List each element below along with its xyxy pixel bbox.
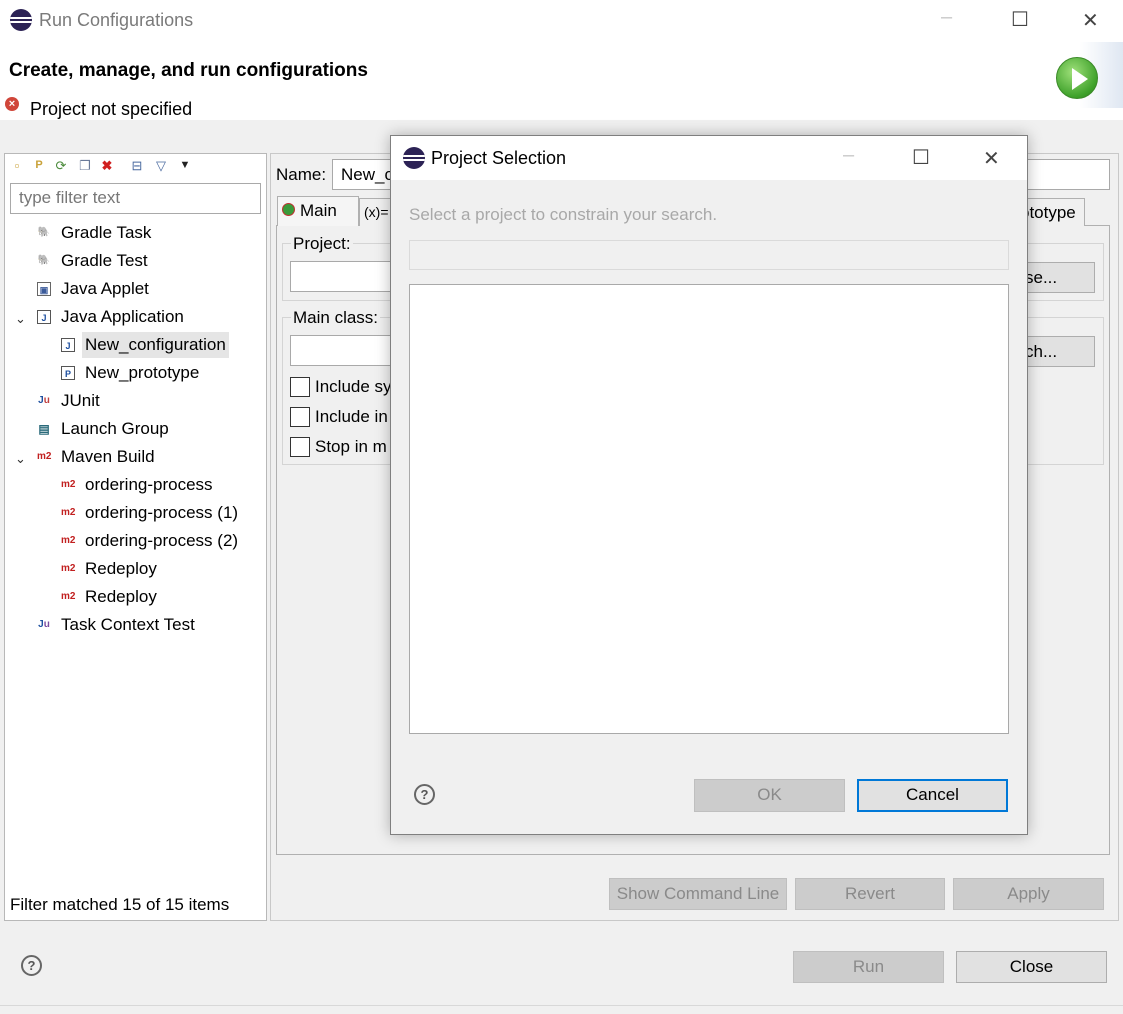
- dialog-minimize-button[interactable]: –: [843, 144, 854, 167]
- browse-button[interactable]: se...: [1018, 262, 1095, 293]
- filter-icon[interactable]: ▽: [154, 158, 168, 173]
- chevron-down-icon[interactable]: ⌄: [15, 451, 26, 467]
- cancel-button[interactable]: Cancel: [857, 779, 1008, 812]
- new-launch-configuration-icon[interactable]: ▫: [10, 158, 24, 173]
- eclipse-icon: [10, 9, 32, 31]
- junit-icon: Ju: [38, 395, 50, 406]
- maven-icon: m2: [61, 535, 76, 546]
- main-class-input[interactable]: [290, 335, 392, 366]
- collapse-all-icon[interactable]: ⊟: [130, 158, 144, 173]
- export-icon[interactable]: ⟳: [54, 158, 68, 173]
- minimize-button[interactable]: –: [941, 6, 952, 29]
- java-app-icon: J: [37, 310, 51, 324]
- close-button[interactable]: Close: [956, 951, 1107, 983]
- run-button[interactable]: Run: [793, 951, 944, 983]
- delete-icon[interactable]: ✖: [100, 158, 114, 173]
- name-label: Name:: [276, 165, 327, 184]
- maven-icon: m2: [61, 591, 76, 602]
- main-class-label: Main class:: [291, 308, 381, 328]
- dialog-maximize-button[interactable]: ☐: [912, 145, 930, 170]
- eclipse-icon: [403, 147, 425, 169]
- window-bottom-edge: [0, 1005, 1123, 1014]
- duplicate-icon[interactable]: ❐: [78, 158, 92, 173]
- dialog-help-icon[interactable]: ?: [414, 784, 435, 805]
- task-context-icon: Ju: [38, 619, 50, 630]
- dialog-title: Project Selection: [431, 148, 567, 168]
- java-app-icon: J: [61, 338, 75, 352]
- banner-heading: Create, manage, and run configurations: [9, 60, 368, 81]
- error-icon: ×: [5, 97, 19, 111]
- search-button[interactable]: ch...: [1018, 336, 1095, 367]
- project-filter-input[interactable]: [409, 240, 1009, 270]
- new-prototype-icon[interactable]: P: [32, 158, 46, 173]
- show-command-line-button[interactable]: Show Command Line: [609, 878, 787, 910]
- close-window-button[interactable]: ✕: [1082, 8, 1099, 33]
- dialog-close-button[interactable]: ✕: [983, 146, 1000, 171]
- maximize-button[interactable]: ☐: [1011, 7, 1029, 32]
- apply-button[interactable]: Apply: [953, 878, 1104, 910]
- applet-icon: ▣: [37, 282, 51, 296]
- maven-icon: m2: [61, 507, 76, 518]
- maven-icon: m2: [61, 563, 76, 574]
- gradle-icon: 🐘: [37, 227, 51, 238]
- maven-icon: m2: [37, 451, 52, 462]
- filter-status: Filter matched 15 of 15 items: [10, 895, 230, 914]
- error-message: Project not specified: [30, 99, 193, 119]
- project-label: Project:: [291, 234, 353, 254]
- project-input[interactable]: [290, 261, 392, 292]
- project-list[interactable]: [409, 284, 1009, 734]
- prototype-icon: P: [61, 366, 75, 380]
- ok-button[interactable]: OK: [694, 779, 845, 812]
- main-tab-icon: [282, 203, 295, 216]
- revert-button[interactable]: Revert: [795, 878, 945, 910]
- run-icon: [1056, 57, 1098, 99]
- view-menu-icon[interactable]: ▼: [178, 158, 192, 173]
- maven-icon: m2: [61, 479, 76, 490]
- tab-main[interactable]: Main: [277, 196, 359, 226]
- launch-group-icon: ▤: [38, 422, 50, 436]
- dialog-message: Select a project to constrain your searc…: [409, 205, 718, 224]
- window-title: Run Configurations: [39, 10, 194, 30]
- chevron-down-icon[interactable]: ⌄: [15, 311, 26, 327]
- help-icon[interactable]: ?: [21, 955, 42, 976]
- filter-input[interactable]: type filter text: [10, 183, 261, 214]
- tab-arguments[interactable]: (x)= A: [359, 198, 393, 226]
- gradle-icon: 🐘: [37, 255, 51, 266]
